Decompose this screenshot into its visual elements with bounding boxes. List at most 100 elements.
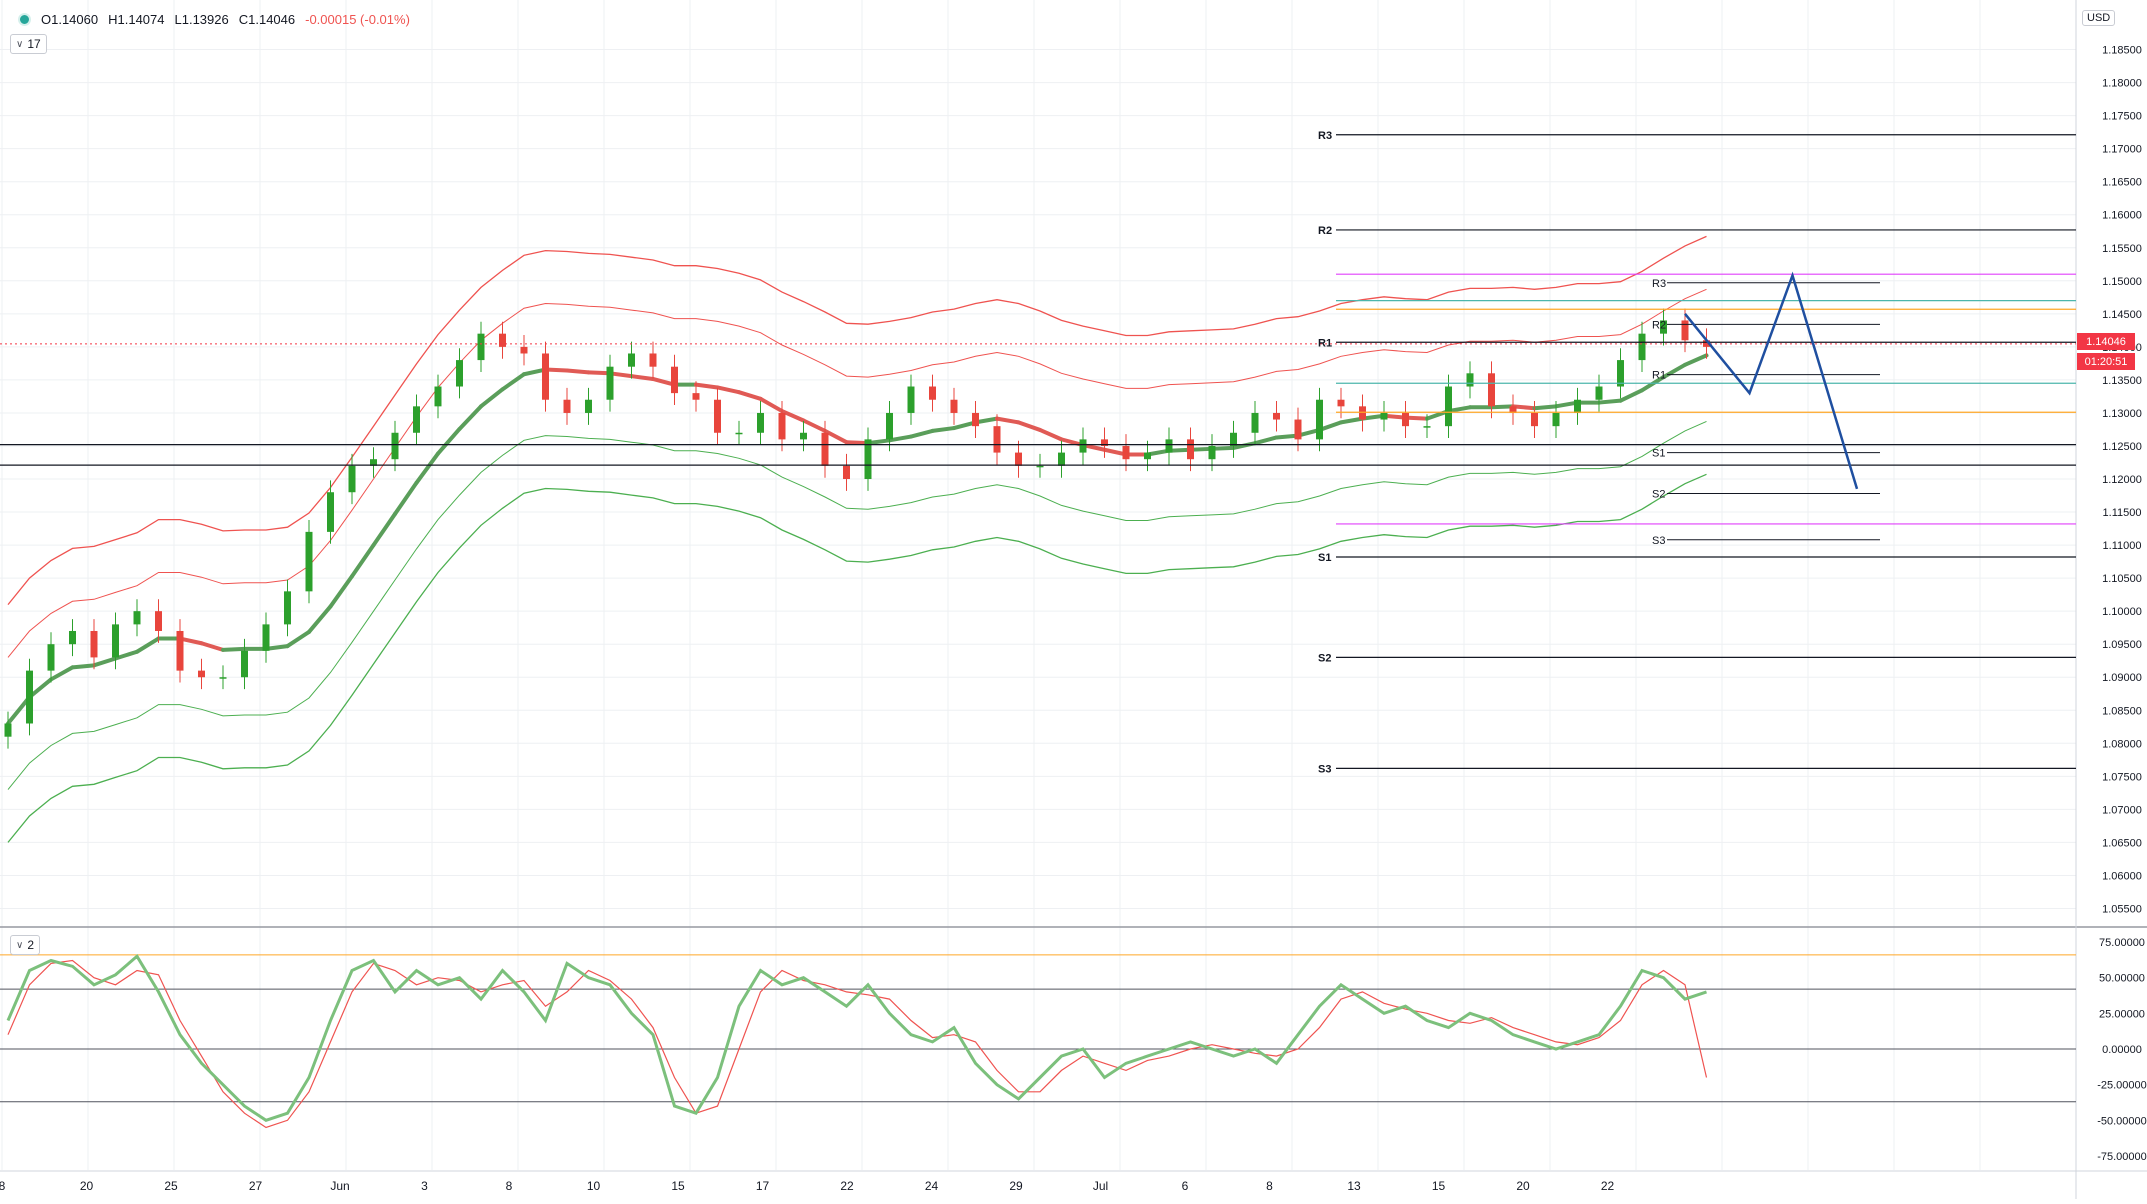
candle-body bbox=[993, 426, 1001, 453]
time-tick-label: 20 bbox=[1516, 1179, 1530, 1193]
candle-body bbox=[176, 630, 184, 671]
oscillator-count: 2 bbox=[27, 938, 35, 952]
oscillator-tick-label: 75.00000 bbox=[2099, 937, 2145, 949]
candle-body bbox=[929, 386, 936, 400]
price-tick-label: 1.07000 bbox=[2102, 804, 2142, 816]
price-tick-label: 1.16500 bbox=[2102, 177, 2142, 189]
moving-average-segment bbox=[307, 604, 333, 634]
time-tick-label: 29 bbox=[1009, 1179, 1023, 1193]
candle-body bbox=[1144, 452, 1151, 460]
market-status-icon bbox=[18, 13, 31, 26]
oscillator-signal-line bbox=[7, 959, 1708, 1129]
time-tick-label: Jul bbox=[1093, 1179, 1108, 1193]
time-tick-label: 10 bbox=[587, 1179, 601, 1193]
candle-body bbox=[542, 353, 549, 400]
price-tick-label: 1.10500 bbox=[2102, 573, 2142, 585]
pivot-label: S1 bbox=[1318, 552, 1331, 564]
weekly-pivot-label: R3 bbox=[1652, 278, 1666, 290]
candle-body bbox=[1337, 399, 1345, 407]
time-tick-label: 25 bbox=[164, 1179, 178, 1193]
moving-average-segment bbox=[414, 451, 440, 485]
time-tick-label: 17 bbox=[756, 1179, 770, 1193]
candle-body bbox=[1681, 320, 1689, 341]
oscillator-toggle[interactable]: ∨ 2 bbox=[10, 935, 41, 955]
time-tick-label: 20 bbox=[80, 1179, 94, 1193]
candle-body bbox=[434, 386, 442, 407]
moving-average-segment bbox=[909, 428, 935, 439]
price-tick-label: 1.06000 bbox=[2102, 870, 2142, 882]
moving-average-segment bbox=[694, 382, 720, 390]
moving-average-segment bbox=[1597, 398, 1623, 405]
candle-body bbox=[972, 412, 979, 427]
candle-body bbox=[90, 630, 98, 658]
last-price-tag: 1.14046 bbox=[2077, 333, 2135, 350]
projection-path bbox=[1684, 271, 1859, 490]
chart-canvas[interactable]: 1.18500 1.18000 1.17500 1.17000 1.16500 1.160… bbox=[0, 0, 2147, 1199]
candle-body bbox=[800, 432, 807, 440]
oscillator-tick-label: 0.00000 bbox=[2102, 1044, 2142, 1056]
candle-body bbox=[692, 393, 700, 400]
legend-close: C1.14046 bbox=[238, 12, 296, 27]
pivot-label: S2 bbox=[1318, 652, 1331, 664]
price-tick-label: 1.11500 bbox=[2103, 507, 2142, 519]
indicator-count: 17 bbox=[27, 37, 41, 51]
candle-body bbox=[886, 412, 893, 440]
weekly-pivot-label: S3 bbox=[1652, 535, 1665, 547]
moving-average-segment bbox=[995, 416, 1021, 425]
lower-band-inner bbox=[7, 420, 1707, 790]
moving-average-segment bbox=[930, 426, 956, 433]
time-tick-label: 8 bbox=[0, 1179, 6, 1193]
candle-body bbox=[1208, 445, 1216, 460]
time-tick-label: 22 bbox=[840, 1179, 854, 1193]
candle-body bbox=[413, 406, 420, 433]
moving-average-segment bbox=[758, 396, 784, 414]
price-axis: 1.18500 1.18000 1.17500 1.17000 1.16500 1.160… bbox=[2097, 45, 2147, 1163]
currency-label[interactable]: USD bbox=[2082, 10, 2116, 26]
weekly-pivot-label: R2 bbox=[1652, 319, 1666, 331]
candle-body bbox=[1617, 360, 1624, 387]
horizontal-levels bbox=[0, 273, 2076, 525]
price-tick-label: 1.08500 bbox=[2102, 705, 2142, 717]
time-tick-label: 15 bbox=[1432, 1179, 1446, 1193]
candle-body bbox=[671, 366, 678, 394]
price-tick-label: 1.14500 bbox=[2102, 309, 2142, 321]
candle-body bbox=[1423, 426, 1431, 428]
candle-body bbox=[284, 591, 291, 625]
envelope-bands bbox=[6, 235, 1709, 843]
candle-body bbox=[1380, 412, 1388, 420]
candle-body bbox=[262, 624, 270, 651]
legend-low: L1.13926 bbox=[174, 12, 229, 27]
candle-body bbox=[1187, 439, 1194, 460]
legend-change: -0.00015 (-0.01%) bbox=[305, 12, 410, 27]
ohlc-legend: O1.14060 H1.14074 L1.13926 C1.14046 -0.0… bbox=[18, 12, 410, 27]
candle-body bbox=[1058, 452, 1065, 466]
candle-body bbox=[1294, 419, 1302, 440]
candle-body bbox=[563, 399, 571, 413]
weekly-pivot-label: R1 bbox=[1652, 370, 1666, 382]
candle-body bbox=[1638, 333, 1646, 361]
candle-body bbox=[219, 677, 227, 679]
candle-body bbox=[757, 412, 764, 433]
price-tick-label: 1.13500 bbox=[2102, 375, 2142, 387]
trading-chart[interactable]: 1.18500 1.18000 1.17500 1.17000 1.16500 1.160… bbox=[0, 0, 2147, 1199]
price-tick-label: 1.18500 bbox=[2102, 45, 2142, 57]
candle-body bbox=[1445, 386, 1452, 427]
candle-body bbox=[456, 360, 463, 387]
candle-body bbox=[1015, 452, 1022, 466]
pivot-label: R2 bbox=[1318, 225, 1332, 237]
candle-body bbox=[133, 611, 141, 625]
candle-body bbox=[1531, 412, 1538, 427]
candle-body bbox=[1230, 432, 1237, 446]
price-tick-label: 1.13000 bbox=[2102, 408, 2142, 420]
price-tick-label: 1.12000 bbox=[2102, 474, 2142, 486]
candle-body bbox=[112, 624, 119, 658]
candle-body bbox=[477, 333, 485, 361]
candle-body bbox=[778, 412, 786, 440]
price-tick-label: 1.15500 bbox=[2102, 243, 2142, 255]
moving-average-segment bbox=[70, 663, 96, 670]
indicators-toggle[interactable]: ∨ 17 bbox=[10, 34, 47, 54]
oscillator-tick-label: 50.00000 bbox=[2099, 973, 2145, 985]
price-tick-label: 1.17000 bbox=[2102, 144, 2142, 156]
moving-average-segment bbox=[1618, 388, 1644, 403]
moving-average-segment bbox=[500, 372, 526, 392]
